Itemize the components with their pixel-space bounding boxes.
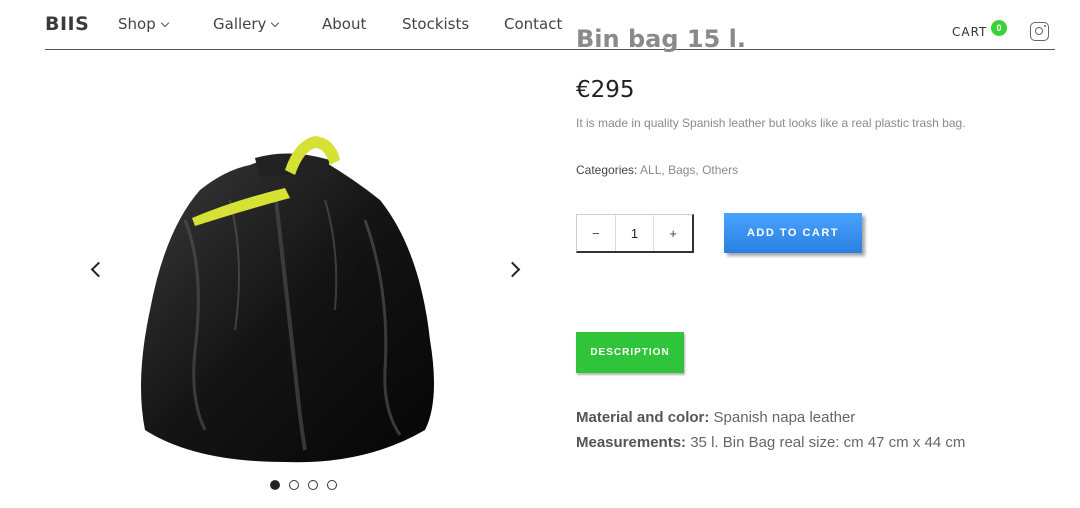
measurements-row: Measurements: 35 l. Bin Bag real size: c… — [576, 434, 965, 451]
cart-count-badge: 0 — [991, 20, 1007, 36]
gallery-pagination — [270, 480, 337, 490]
nav-stockists[interactable]: Stockists — [402, 15, 469, 33]
gallery-dot-4[interactable] — [327, 480, 337, 490]
logo[interactable]: BIIS — [45, 13, 89, 35]
nav-shop-label: Shop — [118, 15, 156, 33]
gallery-next-arrow[interactable] — [504, 261, 521, 278]
categories-links[interactable]: ALL, Bags, Others — [640, 163, 738, 177]
nav-gallery[interactable]: Gallery — [213, 15, 280, 33]
gallery-prev-arrow[interactable] — [90, 261, 107, 278]
product-categories: Categories: ALL, Bags, Others — [576, 163, 738, 177]
instagram-dot — [1044, 25, 1046, 27]
categories-label: Categories: — [576, 163, 638, 177]
material-label: Material and color: — [576, 409, 710, 426]
instagram-icon[interactable] — [1030, 22, 1049, 41]
product-short-description: It is made in quality Spanish leather bu… — [576, 116, 966, 130]
nav-gallery-label: Gallery — [213, 15, 267, 33]
material-value: Spanish napa leather — [713, 409, 856, 426]
material-row: Material and color: Spanish napa leather — [576, 409, 855, 426]
product-image-bin-bag — [141, 136, 434, 463]
measurements-label: Measurements: — [576, 434, 687, 451]
gallery-dot-2[interactable] — [289, 480, 299, 490]
quantity-increase-button[interactable]: + — [654, 215, 692, 251]
gallery-dot-3[interactable] — [308, 480, 318, 490]
cart-link[interactable]: CART — [952, 25, 987, 39]
product-price: €295 — [576, 77, 635, 103]
nav-about[interactable]: About — [322, 15, 366, 33]
measurements-value: 35 l. Bin Bag real size: cm 47 cm x 44 c… — [690, 434, 966, 451]
nav-shop[interactable]: Shop — [118, 15, 169, 33]
add-to-cart-button[interactable]: ADD TO CART — [724, 213, 862, 253]
quantity-decrease-button[interactable]: − — [577, 215, 615, 251]
chevron-down-icon — [160, 18, 169, 28]
quantity-stepper: − 1 + — [576, 214, 694, 253]
quantity-input[interactable]: 1 — [614, 215, 655, 251]
nav-contact[interactable]: Contact — [504, 15, 562, 33]
gallery-dot-1[interactable] — [270, 480, 280, 490]
instagram-lens — [1035, 27, 1043, 35]
header-divider — [45, 49, 1055, 50]
tab-description[interactable]: DESCRIPTION — [576, 332, 684, 373]
product-title: Bin bag 15 l. — [576, 25, 746, 53]
chevron-down-icon — [271, 18, 280, 28]
